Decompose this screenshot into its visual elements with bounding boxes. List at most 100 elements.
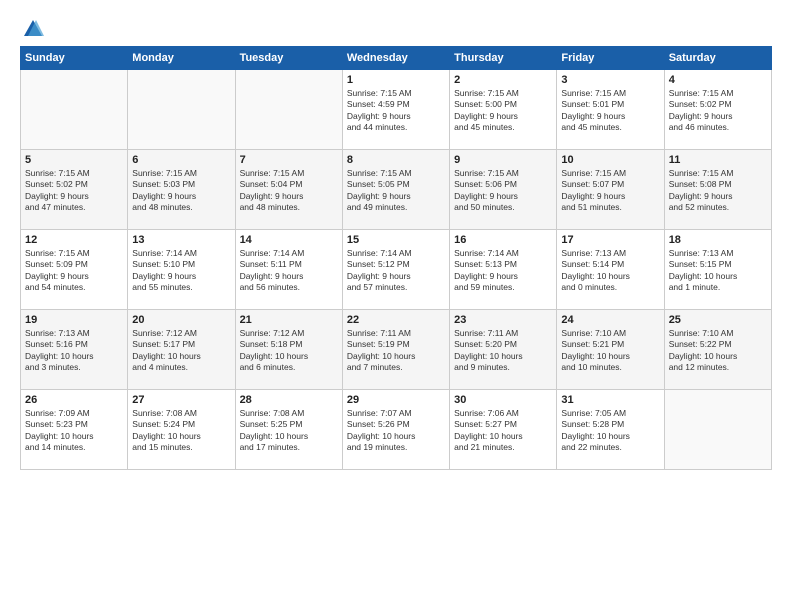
day-info: Sunrise: 7:13 AM Sunset: 5:16 PM Dayligh… xyxy=(25,328,123,374)
day-number: 20 xyxy=(132,314,230,326)
day-cell: 6 Sunrise: 7:15 AM Sunset: 5:03 PM Daylig… xyxy=(128,150,235,230)
day-info: Sunrise: 7:15 AM Sunset: 5:03 PM Dayligh… xyxy=(132,168,230,214)
day-cell: 18 Sunrise: 7:13 AM Sunset: 5:15 PM Dayli… xyxy=(664,230,771,310)
day-cell xyxy=(664,390,771,470)
day-info: Sunrise: 7:08 AM Sunset: 5:24 PM Dayligh… xyxy=(132,408,230,454)
day-number: 24 xyxy=(561,314,659,326)
day-info: Sunrise: 7:15 AM Sunset: 5:09 PM Dayligh… xyxy=(25,248,123,294)
day-info: Sunrise: 7:14 AM Sunset: 5:12 PM Dayligh… xyxy=(347,248,445,294)
day-cell: 17Sunrise: 7:13 AM Sunset: 5:14 PM Dayli… xyxy=(557,230,664,310)
day-number: 5 xyxy=(25,154,123,166)
day-info: Sunrise: 7:06 AM Sunset: 5:27 PM Dayligh… xyxy=(454,408,552,454)
day-cell: 21 Sunrise: 7:12 AM Sunset: 5:18 PM Dayli… xyxy=(235,310,342,390)
day-number: 6 xyxy=(132,154,230,166)
day-number: 8 xyxy=(347,154,445,166)
day-cell: 29 Sunrise: 7:07 AM Sunset: 5:26 PM Dayli… xyxy=(342,390,449,470)
col-header-saturday: Saturday xyxy=(664,47,771,70)
day-number: 31 xyxy=(561,394,659,406)
day-number: 18 xyxy=(669,234,767,246)
day-info: Sunrise: 7:12 AM Sunset: 5:17 PM Dayligh… xyxy=(132,328,230,374)
day-number: 12 xyxy=(25,234,123,246)
day-info: Sunrise: 7:07 AM Sunset: 5:26 PM Dayligh… xyxy=(347,408,445,454)
day-cell: 24 Sunrise: 7:10 AM Sunset: 5:21 PM Dayli… xyxy=(557,310,664,390)
day-number: 15 xyxy=(347,234,445,246)
day-cell: 12 Sunrise: 7:15 AM Sunset: 5:09 PM Dayli… xyxy=(21,230,128,310)
col-header-thursday: Thursday xyxy=(450,47,557,70)
day-cell: 31 Sunrise: 7:05 AM Sunset: 5:28 PM Dayli… xyxy=(557,390,664,470)
day-cell: 28Sunrise: 7:08 AM Sunset: 5:25 PM Dayli… xyxy=(235,390,342,470)
col-header-wednesday: Wednesday xyxy=(342,47,449,70)
day-cell: 2Sunrise: 7:15 AM Sunset: 5:00 PM Daylig… xyxy=(450,70,557,150)
day-cell: 30Sunrise: 7:06 AM Sunset: 5:27 PM Dayli… xyxy=(450,390,557,470)
day-cell: 4 Sunrise: 7:15 AM Sunset: 5:02 PM Daylig… xyxy=(664,70,771,150)
day-info: Sunrise: 7:12 AM Sunset: 5:18 PM Dayligh… xyxy=(240,328,338,374)
day-number: 25 xyxy=(669,314,767,326)
day-info: Sunrise: 7:15 AM Sunset: 5:06 PM Dayligh… xyxy=(454,168,552,214)
day-number: 21 xyxy=(240,314,338,326)
day-number: 13 xyxy=(132,234,230,246)
logo xyxy=(20,18,44,36)
day-number: 23 xyxy=(454,314,552,326)
day-number: 29 xyxy=(347,394,445,406)
col-header-tuesday: Tuesday xyxy=(235,47,342,70)
day-cell: 3 Sunrise: 7:15 AM Sunset: 5:01 PM Daylig… xyxy=(557,70,664,150)
day-info: Sunrise: 7:09 AM Sunset: 5:23 PM Dayligh… xyxy=(25,408,123,454)
day-number: 26 xyxy=(25,394,123,406)
day-cell: 19 Sunrise: 7:13 AM Sunset: 5:16 PM Dayli… xyxy=(21,310,128,390)
day-cell: 9Sunrise: 7:15 AM Sunset: 5:06 PM Daylig… xyxy=(450,150,557,230)
day-cell: 22Sunrise: 7:11 AM Sunset: 5:19 PM Dayli… xyxy=(342,310,449,390)
day-number: 14 xyxy=(240,234,338,246)
day-cell: 26 Sunrise: 7:09 AM Sunset: 5:23 PM Dayli… xyxy=(21,390,128,470)
day-cell xyxy=(128,70,235,150)
day-info: Sunrise: 7:08 AM Sunset: 5:25 PM Dayligh… xyxy=(240,408,338,454)
day-number: 4 xyxy=(669,74,767,86)
day-info: Sunrise: 7:15 AM Sunset: 5:00 PM Dayligh… xyxy=(454,88,552,134)
day-info: Sunrise: 7:14 AM Sunset: 5:10 PM Dayligh… xyxy=(132,248,230,294)
day-number: 19 xyxy=(25,314,123,326)
day-cell: 10Sunrise: 7:15 AM Sunset: 5:07 PM Dayli… xyxy=(557,150,664,230)
logo-icon xyxy=(22,18,44,40)
day-number: 11 xyxy=(669,154,767,166)
week-row-2: 5 Sunrise: 7:15 AM Sunset: 5:02 PM Daylig… xyxy=(21,150,772,230)
day-cell: 27Sunrise: 7:08 AM Sunset: 5:24 PM Dayli… xyxy=(128,390,235,470)
day-info: Sunrise: 7:05 AM Sunset: 5:28 PM Dayligh… xyxy=(561,408,659,454)
day-info: Sunrise: 7:14 AM Sunset: 5:11 PM Dayligh… xyxy=(240,248,338,294)
day-cell: 15 Sunrise: 7:14 AM Sunset: 5:12 PM Dayli… xyxy=(342,230,449,310)
day-info: Sunrise: 7:15 AM Sunset: 5:01 PM Dayligh… xyxy=(561,88,659,134)
day-cell xyxy=(21,70,128,150)
day-cell: 5 Sunrise: 7:15 AM Sunset: 5:02 PM Daylig… xyxy=(21,150,128,230)
day-info: Sunrise: 7:15 AM Sunset: 5:04 PM Dayligh… xyxy=(240,168,338,214)
day-cell: 7 Sunrise: 7:15 AM Sunset: 5:04 PM Daylig… xyxy=(235,150,342,230)
col-header-sunday: Sunday xyxy=(21,47,128,70)
day-info: Sunrise: 7:10 AM Sunset: 5:21 PM Dayligh… xyxy=(561,328,659,374)
header xyxy=(20,18,772,36)
day-cell xyxy=(235,70,342,150)
day-number: 1 xyxy=(347,74,445,86)
day-cell: 11 Sunrise: 7:15 AM Sunset: 5:08 PM Dayli… xyxy=(664,150,771,230)
day-info: Sunrise: 7:15 AM Sunset: 5:02 PM Dayligh… xyxy=(669,88,767,134)
day-cell: 20 Sunrise: 7:12 AM Sunset: 5:17 PM Dayli… xyxy=(128,310,235,390)
week-row-3: 12 Sunrise: 7:15 AM Sunset: 5:09 PM Dayli… xyxy=(21,230,772,310)
day-info: Sunrise: 7:15 AM Sunset: 4:59 PM Dayligh… xyxy=(347,88,445,134)
calendar-page: SundayMondayTuesdayWednesdayThursdayFrid… xyxy=(0,0,792,612)
calendar-table: SundayMondayTuesdayWednesdayThursdayFrid… xyxy=(20,46,772,470)
day-info: Sunrise: 7:15 AM Sunset: 5:02 PM Dayligh… xyxy=(25,168,123,214)
day-number: 10 xyxy=(561,154,659,166)
col-header-monday: Monday xyxy=(128,47,235,70)
week-row-1: 1 Sunrise: 7:15 AM Sunset: 4:59 PM Daylig… xyxy=(21,70,772,150)
day-cell: 25Sunrise: 7:10 AM Sunset: 5:22 PM Dayli… xyxy=(664,310,771,390)
col-header-friday: Friday xyxy=(557,47,664,70)
day-cell: 13 Sunrise: 7:14 AM Sunset: 5:10 PM Dayli… xyxy=(128,230,235,310)
week-row-5: 26 Sunrise: 7:09 AM Sunset: 5:23 PM Dayli… xyxy=(21,390,772,470)
day-info: Sunrise: 7:11 AM Sunset: 5:20 PM Dayligh… xyxy=(454,328,552,374)
day-number: 7 xyxy=(240,154,338,166)
header-row: SundayMondayTuesdayWednesdayThursdayFrid… xyxy=(21,47,772,70)
day-number: 3 xyxy=(561,74,659,86)
day-number: 16 xyxy=(454,234,552,246)
day-info: Sunrise: 7:13 AM Sunset: 5:15 PM Dayligh… xyxy=(669,248,767,294)
week-row-4: 19 Sunrise: 7:13 AM Sunset: 5:16 PM Dayli… xyxy=(21,310,772,390)
day-info: Sunrise: 7:15 AM Sunset: 5:08 PM Dayligh… xyxy=(669,168,767,214)
day-info: Sunrise: 7:11 AM Sunset: 5:19 PM Dayligh… xyxy=(347,328,445,374)
day-info: Sunrise: 7:13 AM Sunset: 5:14 PM Dayligh… xyxy=(561,248,659,294)
day-cell: 8Sunrise: 7:15 AM Sunset: 5:05 PM Daylig… xyxy=(342,150,449,230)
